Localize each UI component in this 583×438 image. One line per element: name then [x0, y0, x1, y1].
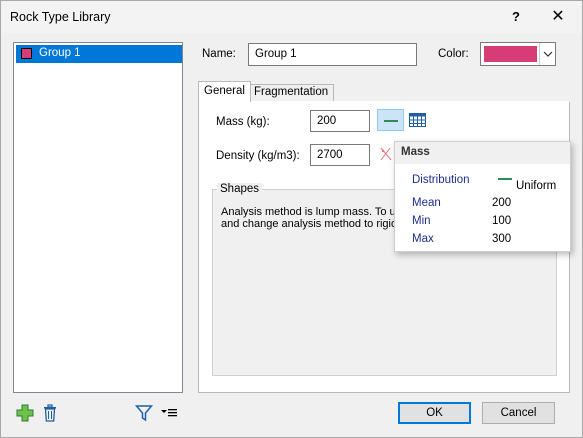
popup-value-mean: 200: [492, 197, 512, 209]
mass-label: Mass (kg):: [216, 116, 270, 128]
list-item-label: Group 1: [39, 47, 81, 59]
density-field[interactable]: 2700: [310, 144, 370, 166]
popup-key-min: Min: [412, 215, 431, 227]
cancel-button[interactable]: Cancel: [482, 402, 555, 424]
window-title: Rock Type Library: [10, 10, 111, 24]
density-label: Density (kg/m3):: [216, 150, 300, 162]
shapes-info-line-1: Analysis method is lump mass. To us: [221, 206, 401, 218]
popup-value-max: 300: [492, 233, 512, 245]
group-color-swatch: [21, 48, 32, 59]
popup-title: Mass: [401, 146, 430, 158]
popup-key-distribution: Distribution: [412, 174, 470, 186]
mass-distribution-popup: Mass Distribution Uniform Mean 200 Min 1…: [394, 141, 571, 252]
chevron-down-icon[interactable]: [539, 43, 555, 65]
popup-value-distribution: Uniform: [516, 180, 557, 192]
shapes-info-line-2: and change analysis method to rigid: [221, 218, 398, 230]
popup-header: Mass: [395, 142, 570, 164]
uniform-icon: [498, 178, 512, 180]
trash-icon[interactable]: [41, 404, 59, 425]
popup-value-min: 100: [492, 215, 512, 227]
table-icon[interactable]: [409, 113, 426, 130]
rock-type-library-dialog: Rock Type Library ? ✕ Group 1 Name: Grou…: [0, 0, 583, 438]
name-field[interactable]: Group 1: [248, 43, 417, 66]
distribution-icon: [384, 120, 398, 122]
tab-general[interactable]: General: [198, 81, 251, 102]
ok-button[interactable]: OK: [398, 402, 471, 424]
add-icon[interactable]: [16, 404, 34, 425]
help-button[interactable]: ?: [504, 5, 528, 29]
group-list[interactable]: Group 1: [13, 42, 183, 393]
color-picker[interactable]: [480, 42, 556, 66]
color-label: Color:: [438, 48, 469, 60]
sort-icon[interactable]: [160, 406, 178, 423]
name-label: Name:: [202, 48, 236, 60]
popup-key-mean: Mean: [412, 197, 441, 209]
mass-field[interactable]: 200: [310, 110, 370, 132]
tab-fragmentation[interactable]: Fragmentation: [248, 84, 335, 101]
list-item[interactable]: Group 1: [16, 45, 182, 63]
color-swatch: [484, 46, 537, 62]
shapes-title: Shapes: [217, 183, 263, 195]
title-bar: Rock Type Library ? ✕: [1, 1, 582, 33]
filter-icon[interactable]: [134, 404, 154, 425]
distribution-button[interactable]: [377, 109, 404, 131]
random-icon[interactable]: [379, 146, 393, 165]
popup-key-max: Max: [412, 233, 434, 245]
close-button[interactable]: ✕: [546, 5, 570, 29]
shapes-info: Analysis method is lump mass. To us and …: [221, 206, 401, 230]
